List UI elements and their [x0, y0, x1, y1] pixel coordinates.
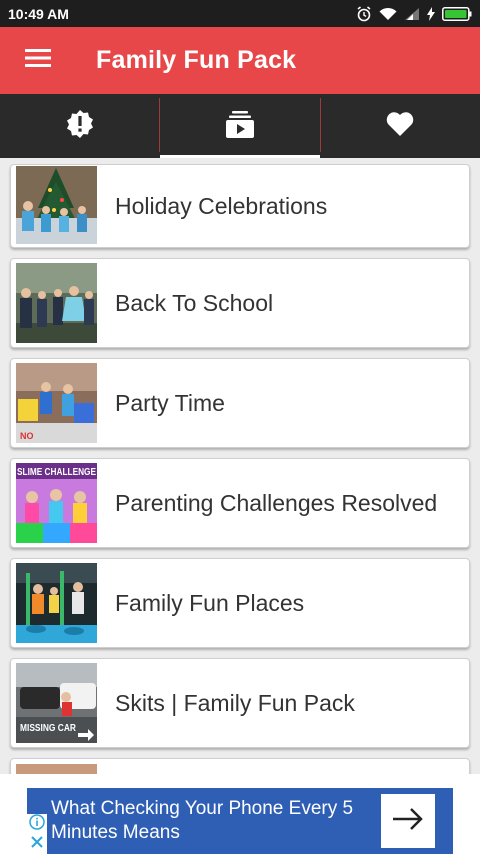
ad-info-button[interactable] — [27, 813, 47, 835]
app-bar: Family Fun Pack — [0, 27, 480, 94]
playlist-card-family-fun-places[interactable]: Family Fun Places — [10, 558, 470, 648]
playlist-card-party-time[interactable]: NO Party Time — [10, 358, 470, 448]
wifi-icon — [379, 7, 397, 21]
signal-icon — [404, 7, 420, 21]
status-bar: 10:49 AM — [0, 0, 480, 27]
arrow-right-icon — [391, 807, 425, 836]
thumbnail-missing-car-text: MISSING CAR — [20, 723, 77, 734]
playlist-thumbnail — [16, 263, 97, 343]
playlist-thumbnail — [16, 166, 97, 244]
battery-icon — [442, 6, 472, 21]
playlist-thumbnail — [16, 563, 97, 643]
hamburger-menu-button[interactable] — [0, 27, 76, 94]
hamburger-menu-icon — [25, 48, 51, 73]
playlist-thumbnail: SLIME CHALLENGE — [16, 463, 97, 543]
playlist-title: Party Time — [115, 389, 225, 416]
playlist-thumbnail: NO — [16, 363, 97, 443]
svg-text:NO: NO — [20, 431, 34, 441]
tab-playlists[interactable] — [160, 94, 320, 158]
video-playlist-icon — [225, 109, 255, 144]
playlist-list[interactable]: Holiday Celebrations Back To School NO P… — [0, 158, 480, 774]
close-icon — [30, 835, 44, 854]
app-title: Family Fun Pack — [96, 46, 297, 74]
info-icon — [29, 813, 45, 835]
playlist-card-back-to-school[interactable]: Back To School — [10, 258, 470, 348]
charging-icon — [427, 6, 435, 21]
playlist-title: Skits | Family Fun Pack — [115, 689, 355, 716]
ad-headline: What Checking Your Phone Every 5 Minutes… — [51, 798, 354, 843]
heart-icon — [386, 111, 414, 142]
playlist-card-skits[interactable]: MISSING CAR Skits | Family Fun Pack — [10, 658, 470, 748]
thumbnail-slime-challenge-text: SLIME CHALLENGE — [17, 467, 96, 478]
playlist-title: Parenting Challenges Resolved — [115, 489, 438, 516]
ad-close-button[interactable] — [27, 834, 47, 854]
playlist-title: Back To School — [115, 289, 274, 316]
playlist-card-holiday-celebrations[interactable]: Holiday Celebrations — [10, 164, 470, 248]
ad-banner[interactable]: What Checking Your Phone Every 5 Minutes… — [27, 788, 453, 854]
tab-bar — [0, 94, 480, 158]
ad-open-button[interactable] — [381, 794, 435, 848]
playlist-card-partial[interactable] — [10, 758, 470, 774]
playlist-title: Family Fun Places — [115, 589, 305, 616]
playlist-card-parenting-challenges[interactable]: SLIME CHALLENGE Parenting Challenges Res… — [10, 458, 470, 548]
tab-favorites[interactable] — [321, 94, 480, 158]
alarm-icon — [356, 5, 372, 22]
playlist-thumbnail: MISSING CAR — [16, 663, 97, 743]
playlist-title: Holiday Celebrations — [115, 192, 328, 219]
status-time: 10:49 AM — [8, 5, 69, 22]
playlist-thumbnail — [16, 764, 97, 774]
alert-badge-icon — [65, 109, 95, 144]
status-icons — [356, 5, 472, 22]
tab-alerts[interactable] — [0, 94, 159, 158]
